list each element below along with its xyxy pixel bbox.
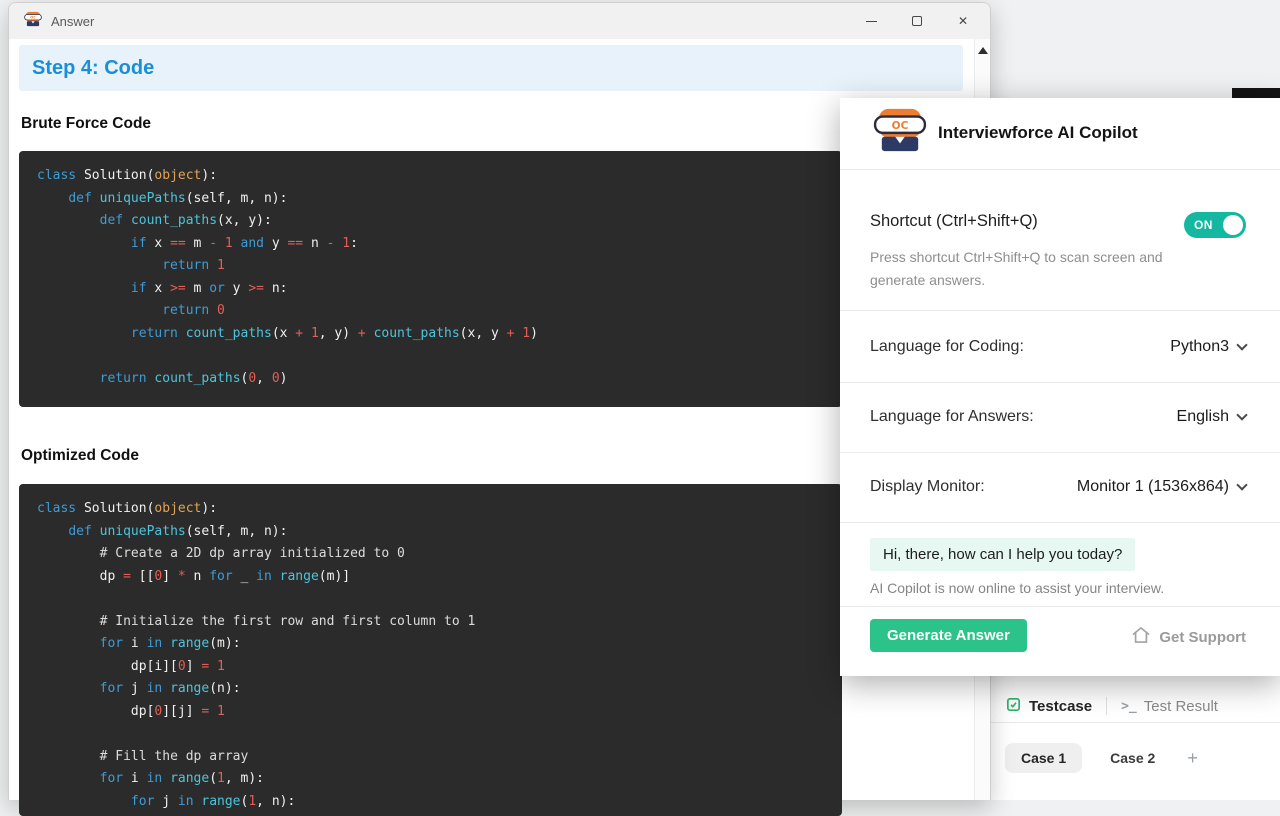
console-divider (991, 722, 1280, 723)
display-monitor-label: Display Monitor: (870, 478, 985, 496)
testcase-icon (1005, 696, 1022, 717)
copilot-title: Interviewforce AI Copilot (938, 123, 1138, 143)
minimize-button[interactable] (848, 3, 894, 39)
terminal-icon: >_ (1121, 699, 1137, 714)
shortcut-toggle[interactable]: ON (1184, 212, 1246, 238)
answer-language-value: English (1177, 408, 1229, 426)
step-header-label: Step 4: Code (32, 57, 154, 79)
testcase-tabs-row: Testcase >_ Test Result (991, 690, 1280, 722)
brute-force-code-block[interactable]: class Solution(object): def uniquePaths(… (19, 151, 842, 407)
scroll-up-arrow[interactable] (978, 47, 988, 54)
divider (840, 382, 1280, 383)
copilot-panel: Interviewforce AI Copilot Shortcut (Ctrl… (840, 98, 1280, 676)
toggle-knob (1223, 215, 1243, 235)
chevron-down-icon (1236, 339, 1247, 350)
copilot-greeting-message: Hi, there, how can I help you today? (870, 538, 1135, 571)
step-header: Step 4: Code (19, 45, 963, 91)
tab-divider (1106, 697, 1107, 715)
toggle-state-label: ON (1194, 218, 1213, 232)
generate-answer-button[interactable]: Generate Answer (870, 619, 1027, 652)
coding-language-label: Language for Coding: (870, 338, 1024, 356)
display-monitor-value: Monitor 1 (1536x864) (1077, 478, 1229, 496)
minimize-icon (866, 21, 877, 22)
background-testcase-panel: Testcase >_ Test Result Case 1 Case 2 + (991, 676, 1280, 800)
maximize-icon (912, 16, 922, 26)
close-icon: ✕ (958, 15, 968, 27)
home-icon (1131, 625, 1151, 650)
cases-row: Case 1 Case 2 + (991, 738, 1280, 778)
coding-language-value: Python3 (1170, 338, 1229, 356)
tab-testcase-label: Testcase (1029, 698, 1092, 715)
section-heading-brute-force: Brute Force Code (21, 115, 151, 133)
copilot-logo-icon (872, 107, 928, 158)
answer-language-select[interactable]: English (1177, 408, 1246, 426)
section-heading-optimized: Optimized Code (21, 447, 139, 465)
display-monitor-select[interactable]: Monitor 1 (1536x864) (1077, 478, 1246, 496)
copilot-header: Interviewforce AI Copilot (840, 98, 1280, 170)
app-logo-icon (24, 11, 42, 32)
case-1-button[interactable]: Case 1 (1005, 743, 1082, 773)
answer-language-label: Language for Answers: (870, 408, 1034, 426)
case-2-button[interactable]: Case 2 (1110, 750, 1155, 766)
maximize-button[interactable] (894, 3, 940, 39)
shortcut-description: Press shortcut Ctrl+Shift+Q to scan scre… (870, 246, 1172, 292)
tab-test-result-label: Test Result (1144, 698, 1218, 715)
divider (840, 452, 1280, 453)
window-controls: ✕ (848, 3, 986, 39)
tab-testcase[interactable]: Testcase (1005, 696, 1092, 717)
setting-row-answer-language: Language for Answers: English (870, 398, 1246, 436)
copilot-status-text: AI Copilot is now online to assist your … (870, 580, 1164, 596)
close-button[interactable]: ✕ (940, 3, 986, 39)
optimized-code-block[interactable]: class Solution(object): def uniquePaths(… (19, 484, 842, 816)
chevron-down-icon (1236, 479, 1247, 490)
setting-row-display-monitor: Display Monitor: Monitor 1 (1536x864) (870, 468, 1246, 506)
divider (840, 606, 1280, 607)
window-title: Answer (51, 14, 94, 29)
tab-test-result[interactable]: >_ Test Result (1121, 698, 1218, 715)
add-case-button[interactable]: + (1187, 748, 1198, 769)
chevron-down-icon (1236, 409, 1247, 420)
shortcut-label: Shortcut (Ctrl+Shift+Q) (870, 212, 1038, 231)
get-support-link[interactable]: Get Support (1131, 625, 1246, 650)
coding-language-select[interactable]: Python3 (1170, 338, 1246, 356)
get-support-label: Get Support (1159, 629, 1246, 646)
answer-titlebar[interactable]: Answer ✕ (9, 3, 990, 39)
setting-row-coding-language: Language for Coding: Python3 (870, 328, 1246, 366)
divider (840, 522, 1280, 523)
divider (840, 310, 1280, 311)
